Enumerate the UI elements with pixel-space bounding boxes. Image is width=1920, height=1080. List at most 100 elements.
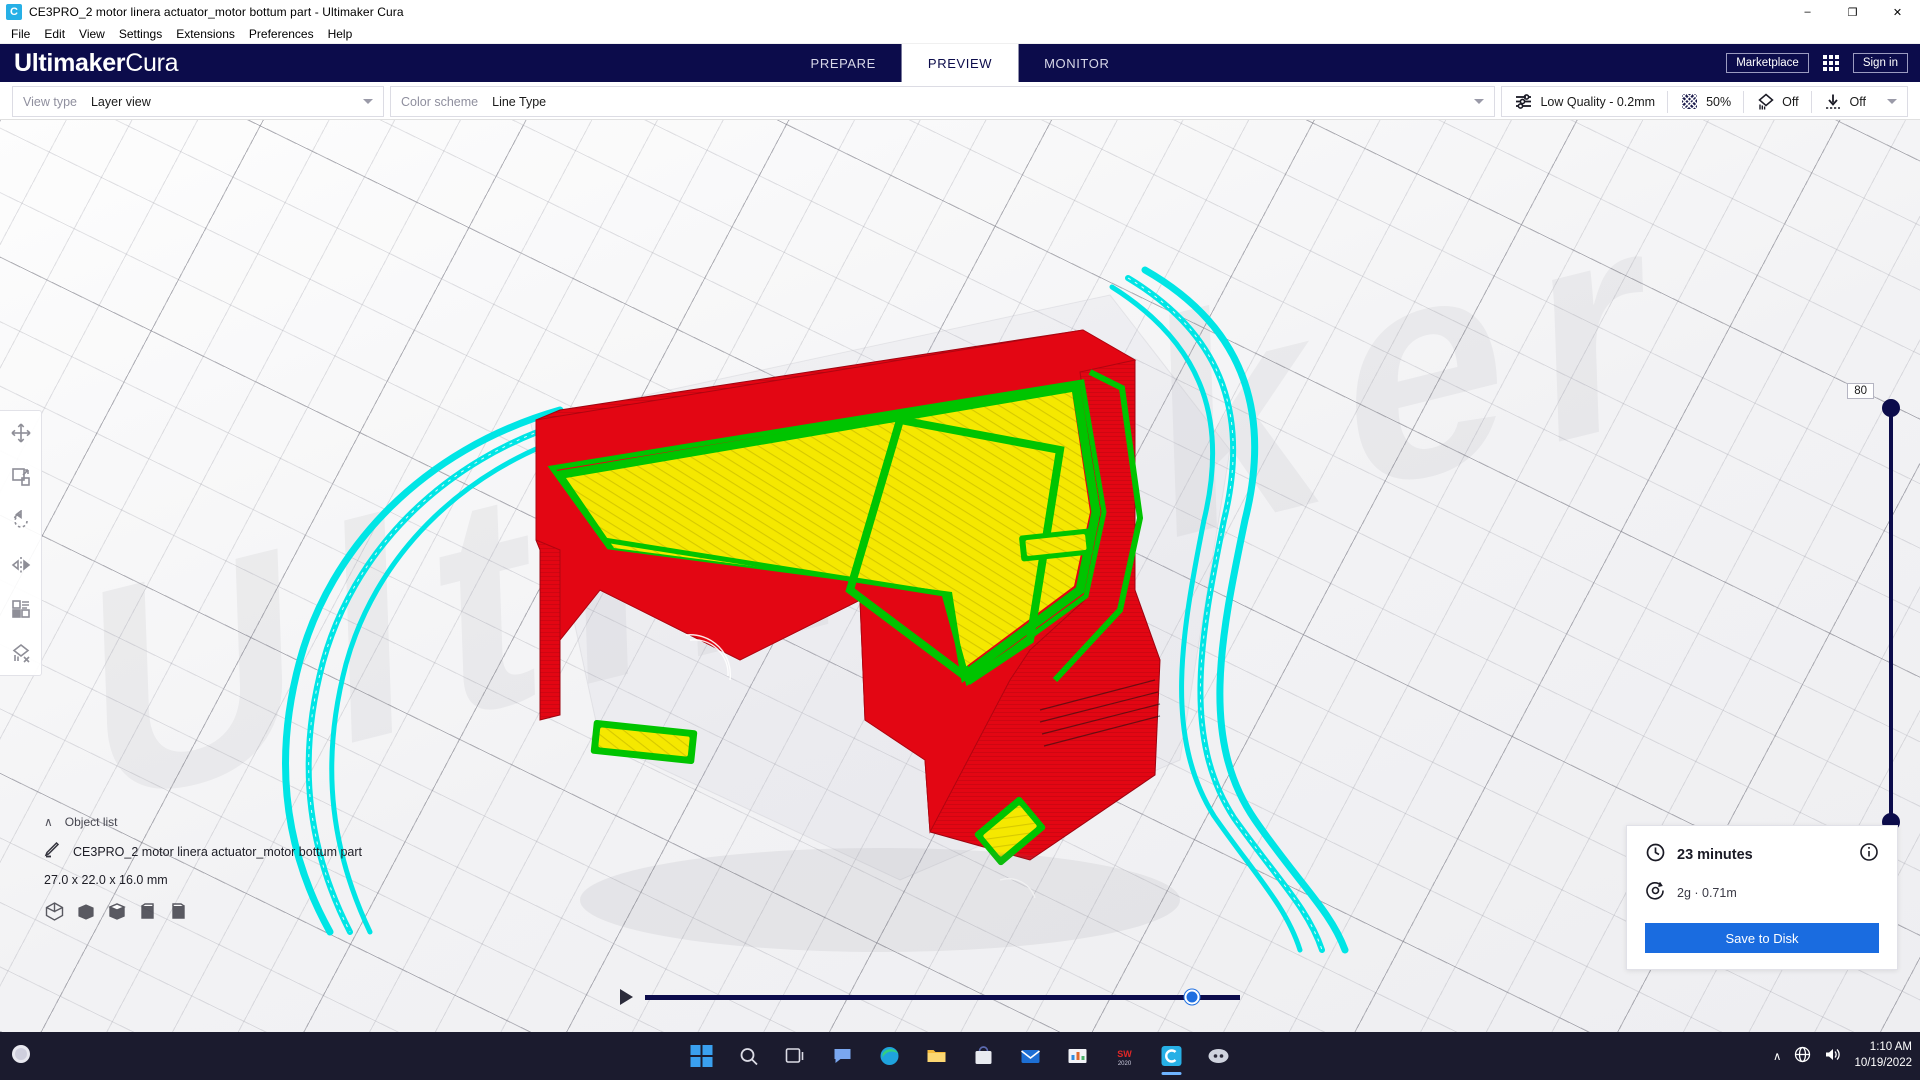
profile-selector[interactable]: Low Quality - 0.2mm <box>1514 92 1655 111</box>
view-top-icon[interactable] <box>106 901 127 922</box>
taskbar-solidworks-icon[interactable]: SW 2020 <box>1105 1036 1145 1076</box>
network-icon[interactable] <box>1794 1046 1811 1066</box>
object-list-title: Object list <box>64 815 118 829</box>
taskbar-store-icon[interactable] <box>964 1036 1004 1076</box>
per-model-settings-tool[interactable] <box>7 595 35 623</box>
maximize-button[interactable]: ❐ <box>1830 0 1875 24</box>
build-plate-viewport[interactable]: Ultimaker <box>0 120 1920 1032</box>
material-row: 2g · 0.71m <box>1645 880 1879 906</box>
clock-time: 1:10 AM <box>1869 1041 1912 1054</box>
minimize-button[interactable]: – <box>1785 0 1830 24</box>
adhesion-setting[interactable]: Off <box>1824 92 1903 111</box>
menu-item-view[interactable]: View <box>72 26 112 42</box>
view-left-icon[interactable] <box>137 901 158 922</box>
chevron-down-icon <box>363 99 373 104</box>
taskbar-charts-icon[interactable] <box>1058 1036 1098 1076</box>
object-dimensions: 27.0 x 22.0 x 16.0 mm <box>44 873 168 887</box>
chevron-up-icon: ∧ <box>44 815 53 829</box>
svg-text:SW: SW <box>1117 1049 1132 1059</box>
menu-item-file[interactable]: File <box>4 26 37 42</box>
taskbar-edge-icon[interactable] <box>870 1036 910 1076</box>
view-type-dropdown[interactable]: View type Layer view <box>12 86 384 117</box>
scale-tool[interactable] <box>7 463 35 491</box>
weather-widget[interactable] <box>0 1039 36 1074</box>
color-scheme-value: Line Type <box>492 94 547 109</box>
path-slider-track[interactable] <box>645 989 1240 1005</box>
clock-icon <box>1645 842 1666 868</box>
play-icon[interactable] <box>620 989 633 1005</box>
view-3d-icon[interactable] <box>44 901 65 922</box>
taskbar-discord-icon[interactable] <box>1199 1036 1239 1076</box>
tab-preview[interactable]: PREVIEW <box>901 44 1019 82</box>
view-type-value: Layer view <box>90 94 151 109</box>
layer-slider-upper-handle[interactable] <box>1882 399 1900 417</box>
infill-setting[interactable]: 50% <box>1680 92 1731 111</box>
cura-icon: C <box>6 4 22 20</box>
color-scheme-dropdown[interactable]: Color scheme Line Type <box>390 86 1496 117</box>
info-icon[interactable] <box>1859 842 1879 867</box>
taskbar-taskview-icon[interactable] <box>776 1036 816 1076</box>
divider <box>1667 90 1669 113</box>
adhesion-icon <box>1824 92 1843 111</box>
tab-monitor[interactable]: MONITOR <box>1018 44 1135 82</box>
view-front-icon[interactable] <box>75 901 96 922</box>
taskbar-search-icon[interactable] <box>729 1036 769 1076</box>
tray-chevron-up-icon[interactable]: ∧ <box>1773 1049 1781 1063</box>
support-setting[interactable]: Off <box>1756 92 1799 111</box>
layer-slider-track[interactable] <box>1889 405 1893 825</box>
chevron-down-icon <box>1474 99 1485 104</box>
chevron-down-icon[interactable] <box>1887 99 1897 104</box>
menu-item-edit[interactable]: Edit <box>37 26 72 42</box>
support-icon <box>1756 92 1775 111</box>
volume-icon[interactable] <box>1824 1046 1841 1066</box>
infill-value: 50% <box>1706 94 1732 109</box>
window-controls: – ❐ ✕ <box>1785 0 1920 24</box>
print-setup-selector: Low Quality - 0.2mm 50% Off Off <box>1501 86 1908 117</box>
windows-taskbar: SW 2020 ∧ 1:10 AM 10/19/2022 <box>0 1032 1920 1080</box>
taskbar-start-icon[interactable] <box>682 1036 722 1076</box>
color-scheme-label: Color scheme <box>401 94 479 109</box>
grid-apps-icon[interactable] <box>1822 55 1839 71</box>
taskbar-clock[interactable]: 1:10 AM 10/19/2022 <box>1854 1040 1912 1071</box>
move-tool[interactable] <box>7 419 35 447</box>
window-title: CE3PRO_2 motor linera actuator_motor bot… <box>29 5 404 19</box>
rotate-tool[interactable] <box>7 507 35 535</box>
object-name: CE3PRO_2 motor linera actuator_motor bot… <box>73 845 363 859</box>
cura-logo: UltimakerCura <box>14 49 179 78</box>
menu-item-extensions[interactable]: Extensions <box>169 26 242 42</box>
taskbar-explorer-icon[interactable] <box>917 1036 957 1076</box>
support-blocker-tool[interactable] <box>7 639 35 667</box>
divider <box>1743 90 1745 113</box>
close-button[interactable]: ✕ <box>1875 0 1920 24</box>
taskbar-app-icons: SW 2020 <box>682 1036 1239 1076</box>
infill-icon <box>1680 92 1699 111</box>
save-to-disk-button[interactable]: Save to Disk <box>1645 923 1879 953</box>
tab-prepare[interactable]: PREPARE <box>785 44 902 82</box>
layer-slider[interactable]: 80 <box>1847 383 1904 831</box>
stage-tabs: PREPARE PREVIEW MONITOR <box>785 44 1136 82</box>
sign-in-button[interactable]: Sign in <box>1852 53 1908 73</box>
view-right-icon[interactable] <box>168 901 189 922</box>
view-settings-bar: View type Layer view Color scheme Line T… <box>0 82 1920 120</box>
mirror-tool[interactable] <box>7 551 35 579</box>
taskbar-mail-icon[interactable] <box>1011 1036 1051 1076</box>
object-list-header[interactable]: ∧ Object list <box>44 815 362 829</box>
path-slider-handle[interactable] <box>1184 989 1200 1005</box>
menu-item-settings[interactable]: Settings <box>112 26 169 42</box>
taskbar-system-tray: ∧ 1:10 AM 10/19/2022 <box>1773 1040 1912 1071</box>
marketplace-button[interactable]: Marketplace <box>1726 53 1809 73</box>
taskbar-cura-icon[interactable] <box>1152 1036 1192 1076</box>
spool-icon <box>1645 880 1666 906</box>
window-titlebar: C CE3PRO_2 motor linera actuator_motor b… <box>0 0 1920 24</box>
taskbar-chat-icon[interactable] <box>823 1036 863 1076</box>
clock-date: 10/19/2022 <box>1854 1057 1912 1069</box>
model-tools-toolbar <box>0 410 42 676</box>
object-list-item[interactable]: CE3PRO_2 motor linera actuator_motor bot… <box>44 841 362 863</box>
menu-item-preferences[interactable]: Preferences <box>242 26 321 42</box>
pencil-icon <box>44 841 61 863</box>
menu-item-help[interactable]: Help <box>321 26 360 42</box>
header-actions: Marketplace Sign in <box>1726 53 1908 73</box>
view-type-label: View type <box>23 94 77 109</box>
adhesion-value: Off <box>1849 94 1866 109</box>
support-value: Off <box>1782 94 1799 109</box>
